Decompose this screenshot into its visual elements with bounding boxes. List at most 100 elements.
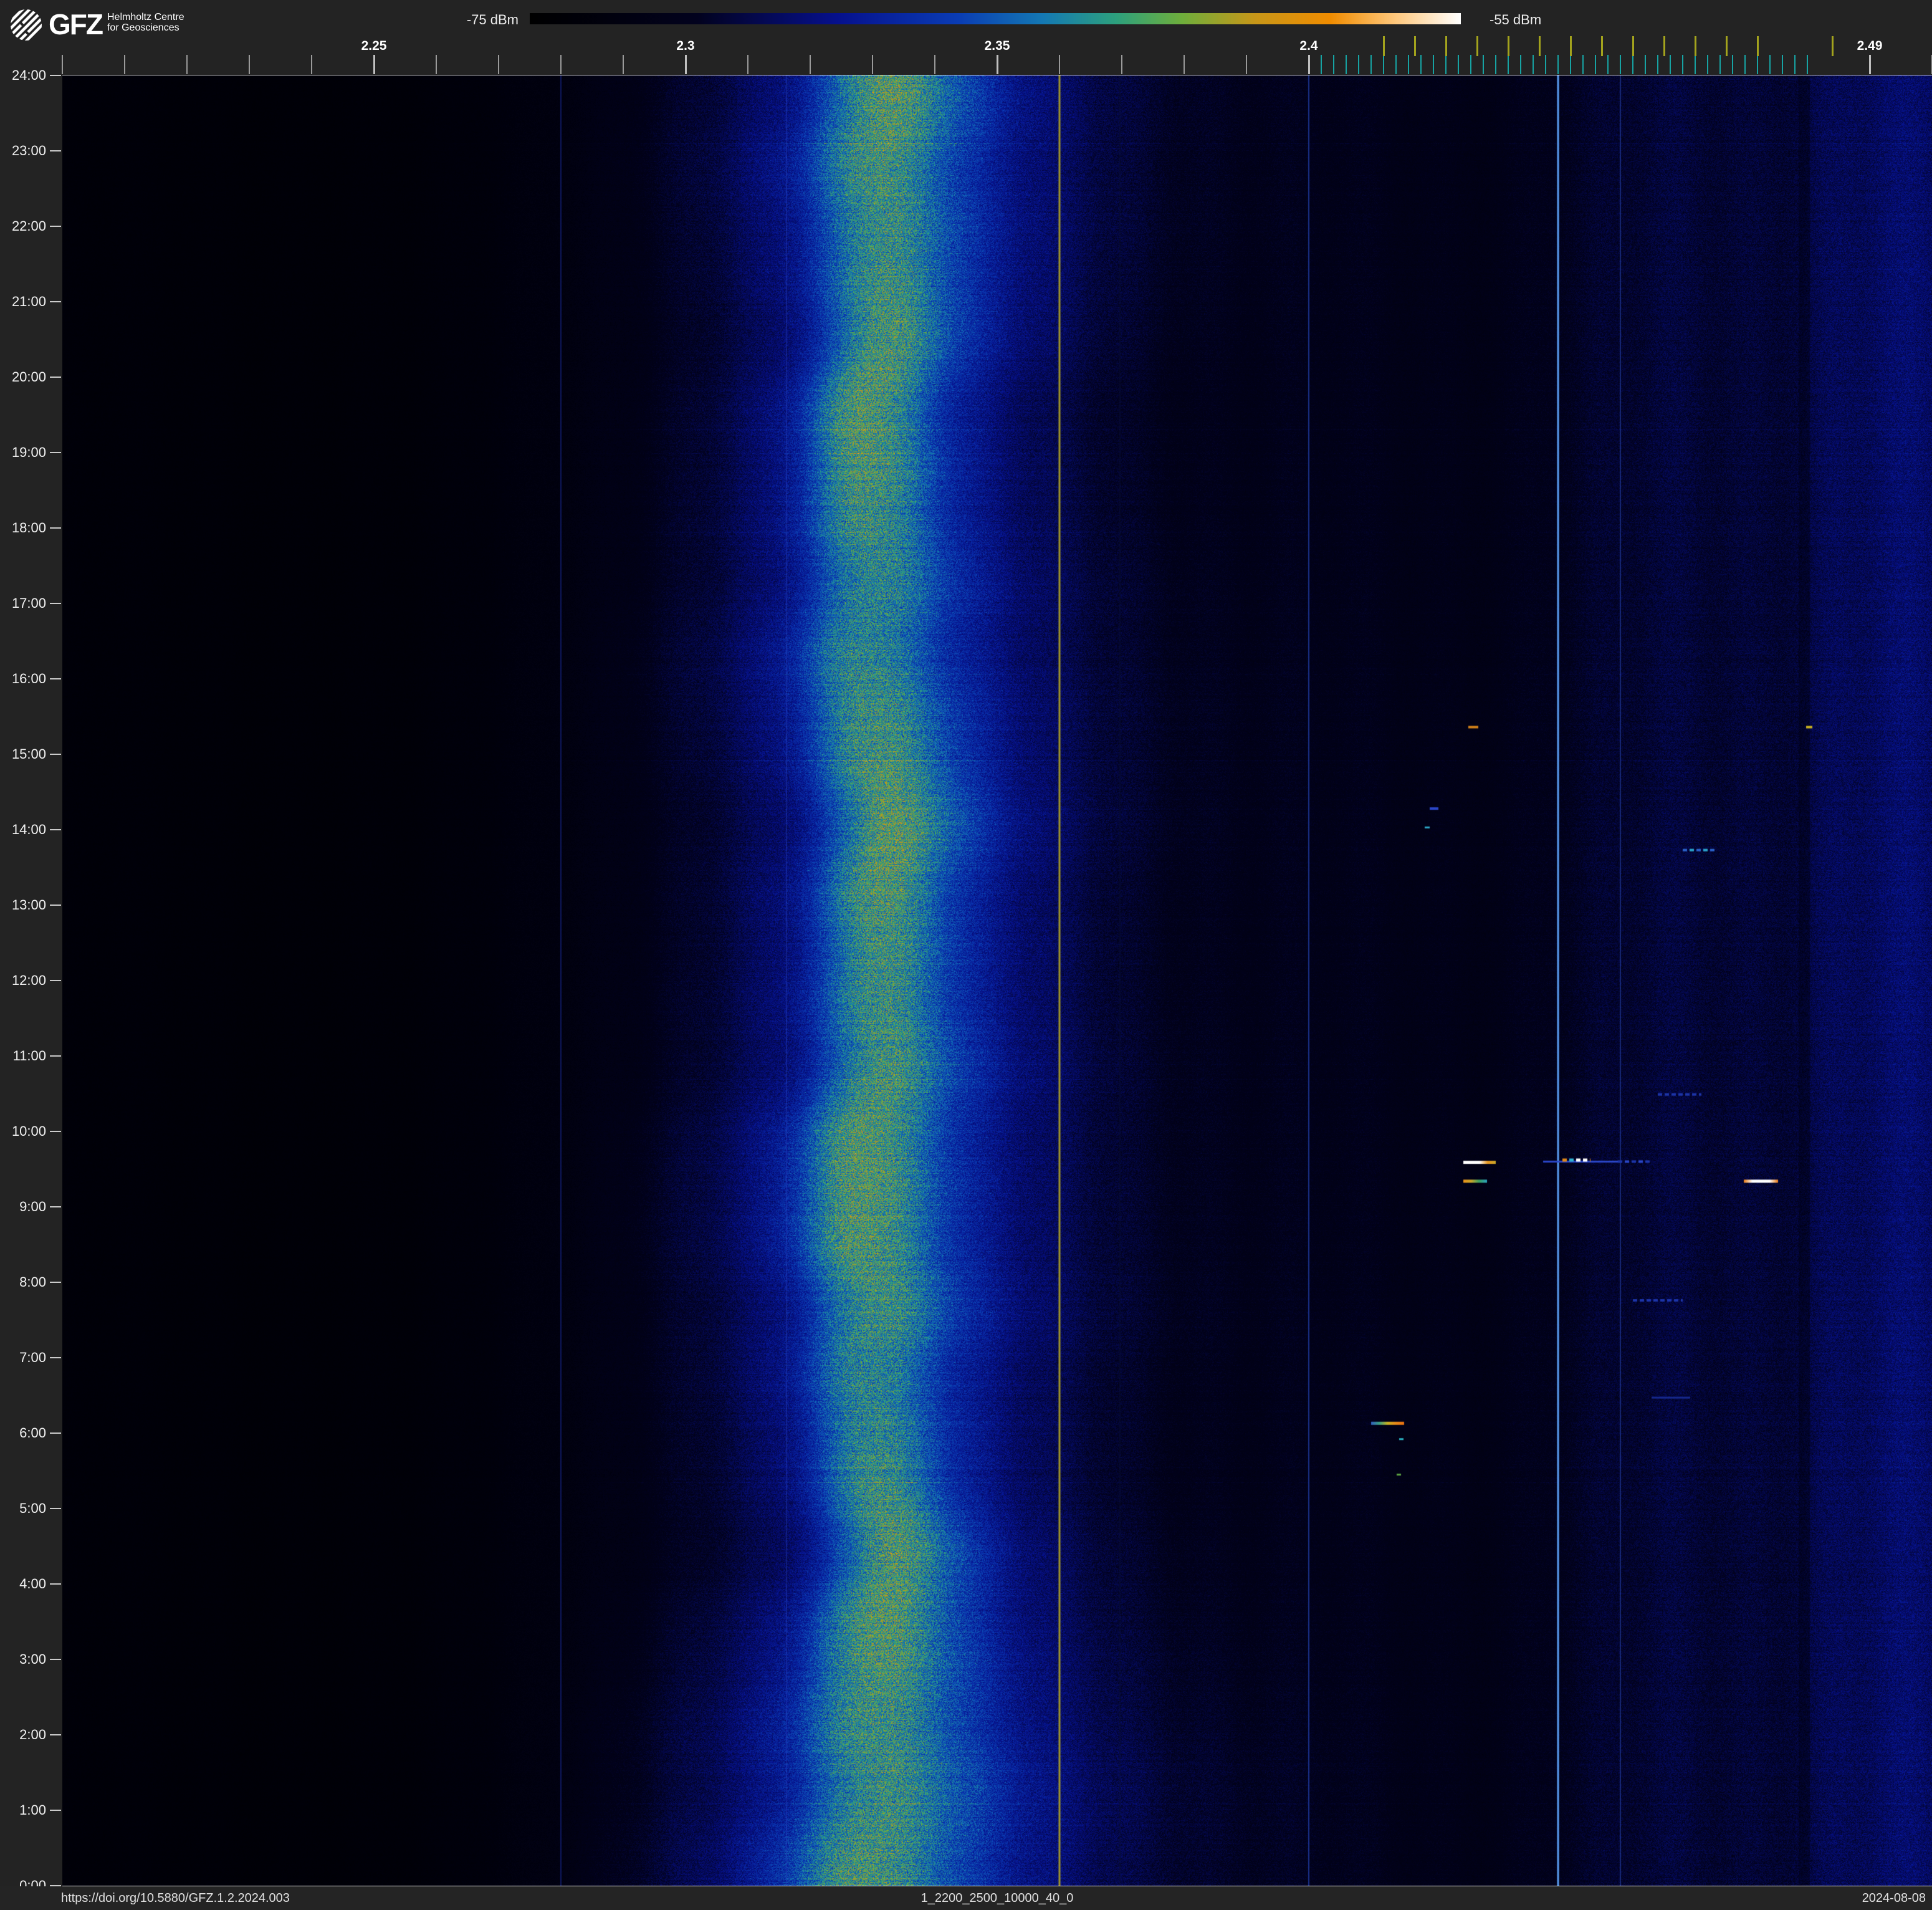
freq-minor-tick bbox=[810, 55, 811, 74]
freq-minor-tick bbox=[436, 55, 437, 74]
bluetooth-channel-tick bbox=[1370, 55, 1372, 74]
time-tick-label: 22:00 bbox=[11, 218, 46, 234]
logo-subtitle: Helmholtz Centre for Geosciences bbox=[107, 12, 184, 33]
colorbar-min-label: -75 dBm bbox=[466, 12, 519, 27]
bluetooth-channel-tick bbox=[1445, 55, 1447, 74]
time-tick bbox=[50, 150, 61, 151]
time-tick-label: 14:00 bbox=[11, 822, 46, 837]
freq-minor-tick bbox=[872, 55, 873, 74]
freq-minor-tick bbox=[1184, 55, 1185, 74]
wifi-channel-tick bbox=[1413, 36, 1416, 56]
spectrogram-plot bbox=[62, 75, 1932, 1886]
bluetooth-channel-tick bbox=[1570, 55, 1571, 74]
spectrogram-app: GFZ Helmholtz Centre for Geosciences -75… bbox=[0, 0, 1932, 1910]
wifi-channel-tick bbox=[1725, 36, 1728, 56]
bluetooth-channel-tick bbox=[1557, 55, 1559, 74]
wifi-channel-tick bbox=[1831, 36, 1834, 56]
bluetooth-channel-tick bbox=[1794, 55, 1796, 74]
bluetooth-channel-tick bbox=[1420, 55, 1422, 74]
time-tick-label: 6:00 bbox=[19, 1425, 46, 1441]
freq-minor-tick bbox=[1059, 55, 1060, 74]
logo-subtitle-line2: for Geosciences bbox=[107, 22, 179, 33]
bluetooth-channel-tick bbox=[1383, 55, 1384, 74]
time-tick bbox=[50, 226, 61, 227]
bluetooth-channel-tick bbox=[1695, 55, 1696, 74]
time-tick bbox=[50, 527, 61, 529]
freq-minor-tick bbox=[62, 55, 63, 74]
bluetooth-channel-tick bbox=[1607, 55, 1609, 74]
bluetooth-channel-tick bbox=[1533, 55, 1534, 74]
freq-major-tick bbox=[684, 55, 687, 74]
bluetooth-channel-tick bbox=[1682, 55, 1683, 74]
time-tick-label: 23:00 bbox=[11, 143, 46, 158]
time-tick bbox=[50, 905, 61, 906]
freq-minor-tick bbox=[747, 55, 748, 74]
time-tick bbox=[50, 1508, 61, 1509]
bluetooth-channel-tick bbox=[1408, 55, 1409, 74]
footer-bar: https://doi.org/10.5880/GFZ.1.2.2024.003… bbox=[0, 1886, 1932, 1910]
wifi-channel-tick bbox=[1756, 36, 1759, 56]
time-tick-label: 24:00 bbox=[11, 67, 46, 83]
bluetooth-channel-tick bbox=[1657, 55, 1658, 74]
freq-minor-tick bbox=[311, 55, 312, 74]
time-tick-label: 10:00 bbox=[11, 1123, 46, 1139]
bluetooth-channel-tick bbox=[1595, 55, 1596, 74]
freq-major-tick bbox=[373, 55, 375, 74]
bluetooth-channel-tick bbox=[1632, 55, 1633, 74]
gfz-logo: GFZ Helmholtz Centre for Geosciences bbox=[10, 9, 184, 41]
time-tick bbox=[50, 1055, 61, 1057]
bluetooth-channel-tick bbox=[1670, 55, 1671, 74]
bluetooth-channel-tick bbox=[1582, 55, 1584, 74]
time-tick bbox=[50, 1583, 61, 1585]
time-tick bbox=[50, 678, 61, 679]
time-tick-label: 5:00 bbox=[19, 1500, 46, 1516]
time-tick bbox=[50, 1206, 61, 1207]
freq-major-tick bbox=[996, 55, 998, 74]
wifi-channel-tick bbox=[1569, 36, 1572, 56]
time-tick bbox=[50, 377, 61, 378]
bluetooth-channel-tick bbox=[1495, 55, 1496, 74]
freq-minor-tick bbox=[498, 55, 499, 74]
time-tick-label: 8:00 bbox=[19, 1274, 46, 1290]
freq-tick-label: 2.25 bbox=[361, 39, 387, 53]
gfz-logo-icon bbox=[10, 9, 42, 41]
time-tick-label: 18:00 bbox=[11, 520, 46, 535]
bluetooth-channel-tick bbox=[1346, 55, 1347, 74]
time-tick bbox=[50, 75, 61, 76]
time-tick-label: 15:00 bbox=[11, 746, 46, 762]
bluetooth-channel-tick bbox=[1719, 55, 1721, 74]
time-tick bbox=[50, 829, 61, 830]
bluetooth-channel-tick bbox=[1545, 55, 1546, 74]
bluetooth-channel-tick bbox=[1707, 55, 1708, 74]
freq-minor-tick bbox=[124, 55, 125, 74]
freq-tick-label: 2.49 bbox=[1857, 39, 1883, 53]
time-tick bbox=[50, 1357, 61, 1358]
freq-minor-tick bbox=[1246, 55, 1247, 74]
time-tick bbox=[50, 301, 61, 302]
time-tick-label: 12:00 bbox=[11, 972, 46, 988]
time-tick bbox=[50, 1282, 61, 1283]
time-tick-label: 1:00 bbox=[19, 1802, 46, 1818]
time-tick bbox=[50, 754, 61, 755]
time-tick bbox=[50, 1659, 61, 1660]
time-tick-label: 20:00 bbox=[11, 369, 46, 385]
logo-wordmark: GFZ bbox=[49, 8, 103, 41]
time-tick-label: 17:00 bbox=[11, 595, 46, 611]
wifi-channel-tick bbox=[1663, 36, 1665, 56]
time-tick-label: 13:00 bbox=[11, 897, 46, 913]
bluetooth-channel-tick bbox=[1757, 55, 1758, 74]
time-tick bbox=[50, 1734, 61, 1735]
time-tick bbox=[50, 1432, 61, 1434]
freq-tick-label: 2.35 bbox=[984, 39, 1010, 53]
bluetooth-channel-tick bbox=[1483, 55, 1484, 74]
bluetooth-channel-tick bbox=[1470, 55, 1471, 74]
freq-major-tick bbox=[1308, 55, 1310, 74]
bluetooth-channel-tick bbox=[1744, 55, 1746, 74]
logo-subtitle-line1: Helmholtz Centre bbox=[107, 12, 184, 22]
wifi-channel-tick bbox=[1507, 36, 1509, 56]
freq-minor-tick bbox=[560, 55, 562, 74]
bluetooth-channel-tick bbox=[1433, 55, 1434, 74]
freq-minor-tick bbox=[249, 55, 250, 74]
bluetooth-channel-tick bbox=[1358, 55, 1359, 74]
time-tick-label: 4:00 bbox=[19, 1576, 46, 1591]
